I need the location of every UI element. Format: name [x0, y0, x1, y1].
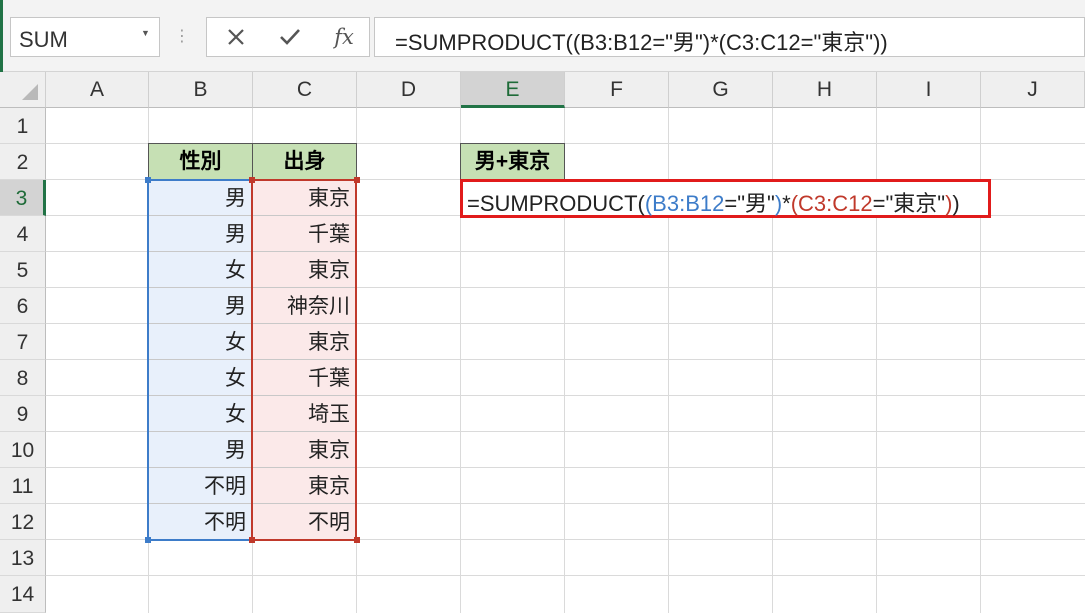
row-header-7[interactable]: 7 [0, 324, 46, 360]
range-handle[interactable] [249, 537, 255, 543]
range-outline-c3-c12 [251, 179, 357, 541]
gridline [46, 575, 1085, 576]
row-header-3[interactable]: 3 [0, 180, 46, 216]
column-header-a[interactable]: A [46, 72, 149, 108]
check-icon[interactable] [265, 18, 315, 56]
column-header-b[interactable]: B [149, 72, 253, 108]
range-handle[interactable] [249, 177, 255, 183]
row-header-11[interactable]: 11 [0, 468, 46, 504]
header-cell-origin[interactable]: 出身 [252, 143, 357, 180]
cell-e3-editing[interactable]: =SUMPRODUCT((B3:B12="男")*(C3:C12="東京")) [460, 179, 991, 218]
column-header-d[interactable]: D [357, 72, 461, 108]
row-header-9[interactable]: 9 [0, 396, 46, 432]
row-header-12[interactable]: 12 [0, 504, 46, 540]
insert-function-button[interactable]: fx [319, 18, 369, 56]
row-header-6[interactable]: 6 [0, 288, 46, 324]
range-outline-b3-b12 [147, 179, 253, 541]
column-header-f[interactable]: F [565, 72, 669, 108]
range-handle[interactable] [145, 537, 151, 543]
column-header-i[interactable]: I [877, 72, 981, 108]
formula-ref-c: C3:C12 [798, 191, 873, 216]
column-header-j[interactable]: J [981, 72, 1085, 108]
name-box-value: SUM [19, 27, 68, 52]
row-header-5[interactable]: 5 [0, 252, 46, 288]
row-header-8[interactable]: 8 [0, 360, 46, 396]
row-header-10[interactable]: 10 [0, 432, 46, 468]
row-header-4[interactable]: 4 [0, 216, 46, 252]
select-all-icon [22, 84, 38, 100]
range-handle[interactable] [354, 537, 360, 543]
formula-part: ) [952, 191, 960, 216]
column-header-e[interactable]: E [461, 72, 565, 108]
formula-part: =SUMPRODUCT( [467, 191, 645, 216]
formula-ref-b: B3:B12 [652, 191, 725, 216]
row-header-13[interactable]: 13 [0, 540, 46, 576]
header-cell-result[interactable]: 男+東京 [460, 143, 565, 180]
row-header-1[interactable]: 1 [0, 108, 46, 144]
formula-text: =SUMPRODUCT((B3:B12="男")*(C3:C12="東京")) [395, 30, 888, 55]
formula-paren: ( [790, 191, 799, 216]
formula-part: ="男" [724, 191, 775, 216]
column-header-h[interactable]: H [773, 72, 877, 108]
column-header-c[interactable]: C [253, 72, 357, 108]
range-handle[interactable] [145, 177, 151, 183]
header-cell-gender[interactable]: 性別 [148, 143, 253, 180]
formula-buttons: fx [206, 17, 370, 57]
chevron-down-icon[interactable]: ▼ [141, 28, 153, 44]
row-header-14[interactable]: 14 [0, 576, 46, 613]
formula-operator: * [782, 191, 791, 216]
column-header-g[interactable]: G [669, 72, 773, 108]
formula-input[interactable]: =SUMPRODUCT((B3:B12="男")*(C3:C12="東京")) [374, 17, 1085, 57]
row-header-2[interactable]: 2 [0, 144, 46, 180]
close-icon[interactable] [211, 18, 261, 56]
drag-handle-icon[interactable]: ⋮ [174, 27, 190, 47]
range-handle[interactable] [354, 177, 360, 183]
name-box[interactable]: SUM [10, 17, 160, 57]
formula-part: ="東京" [872, 191, 946, 216]
